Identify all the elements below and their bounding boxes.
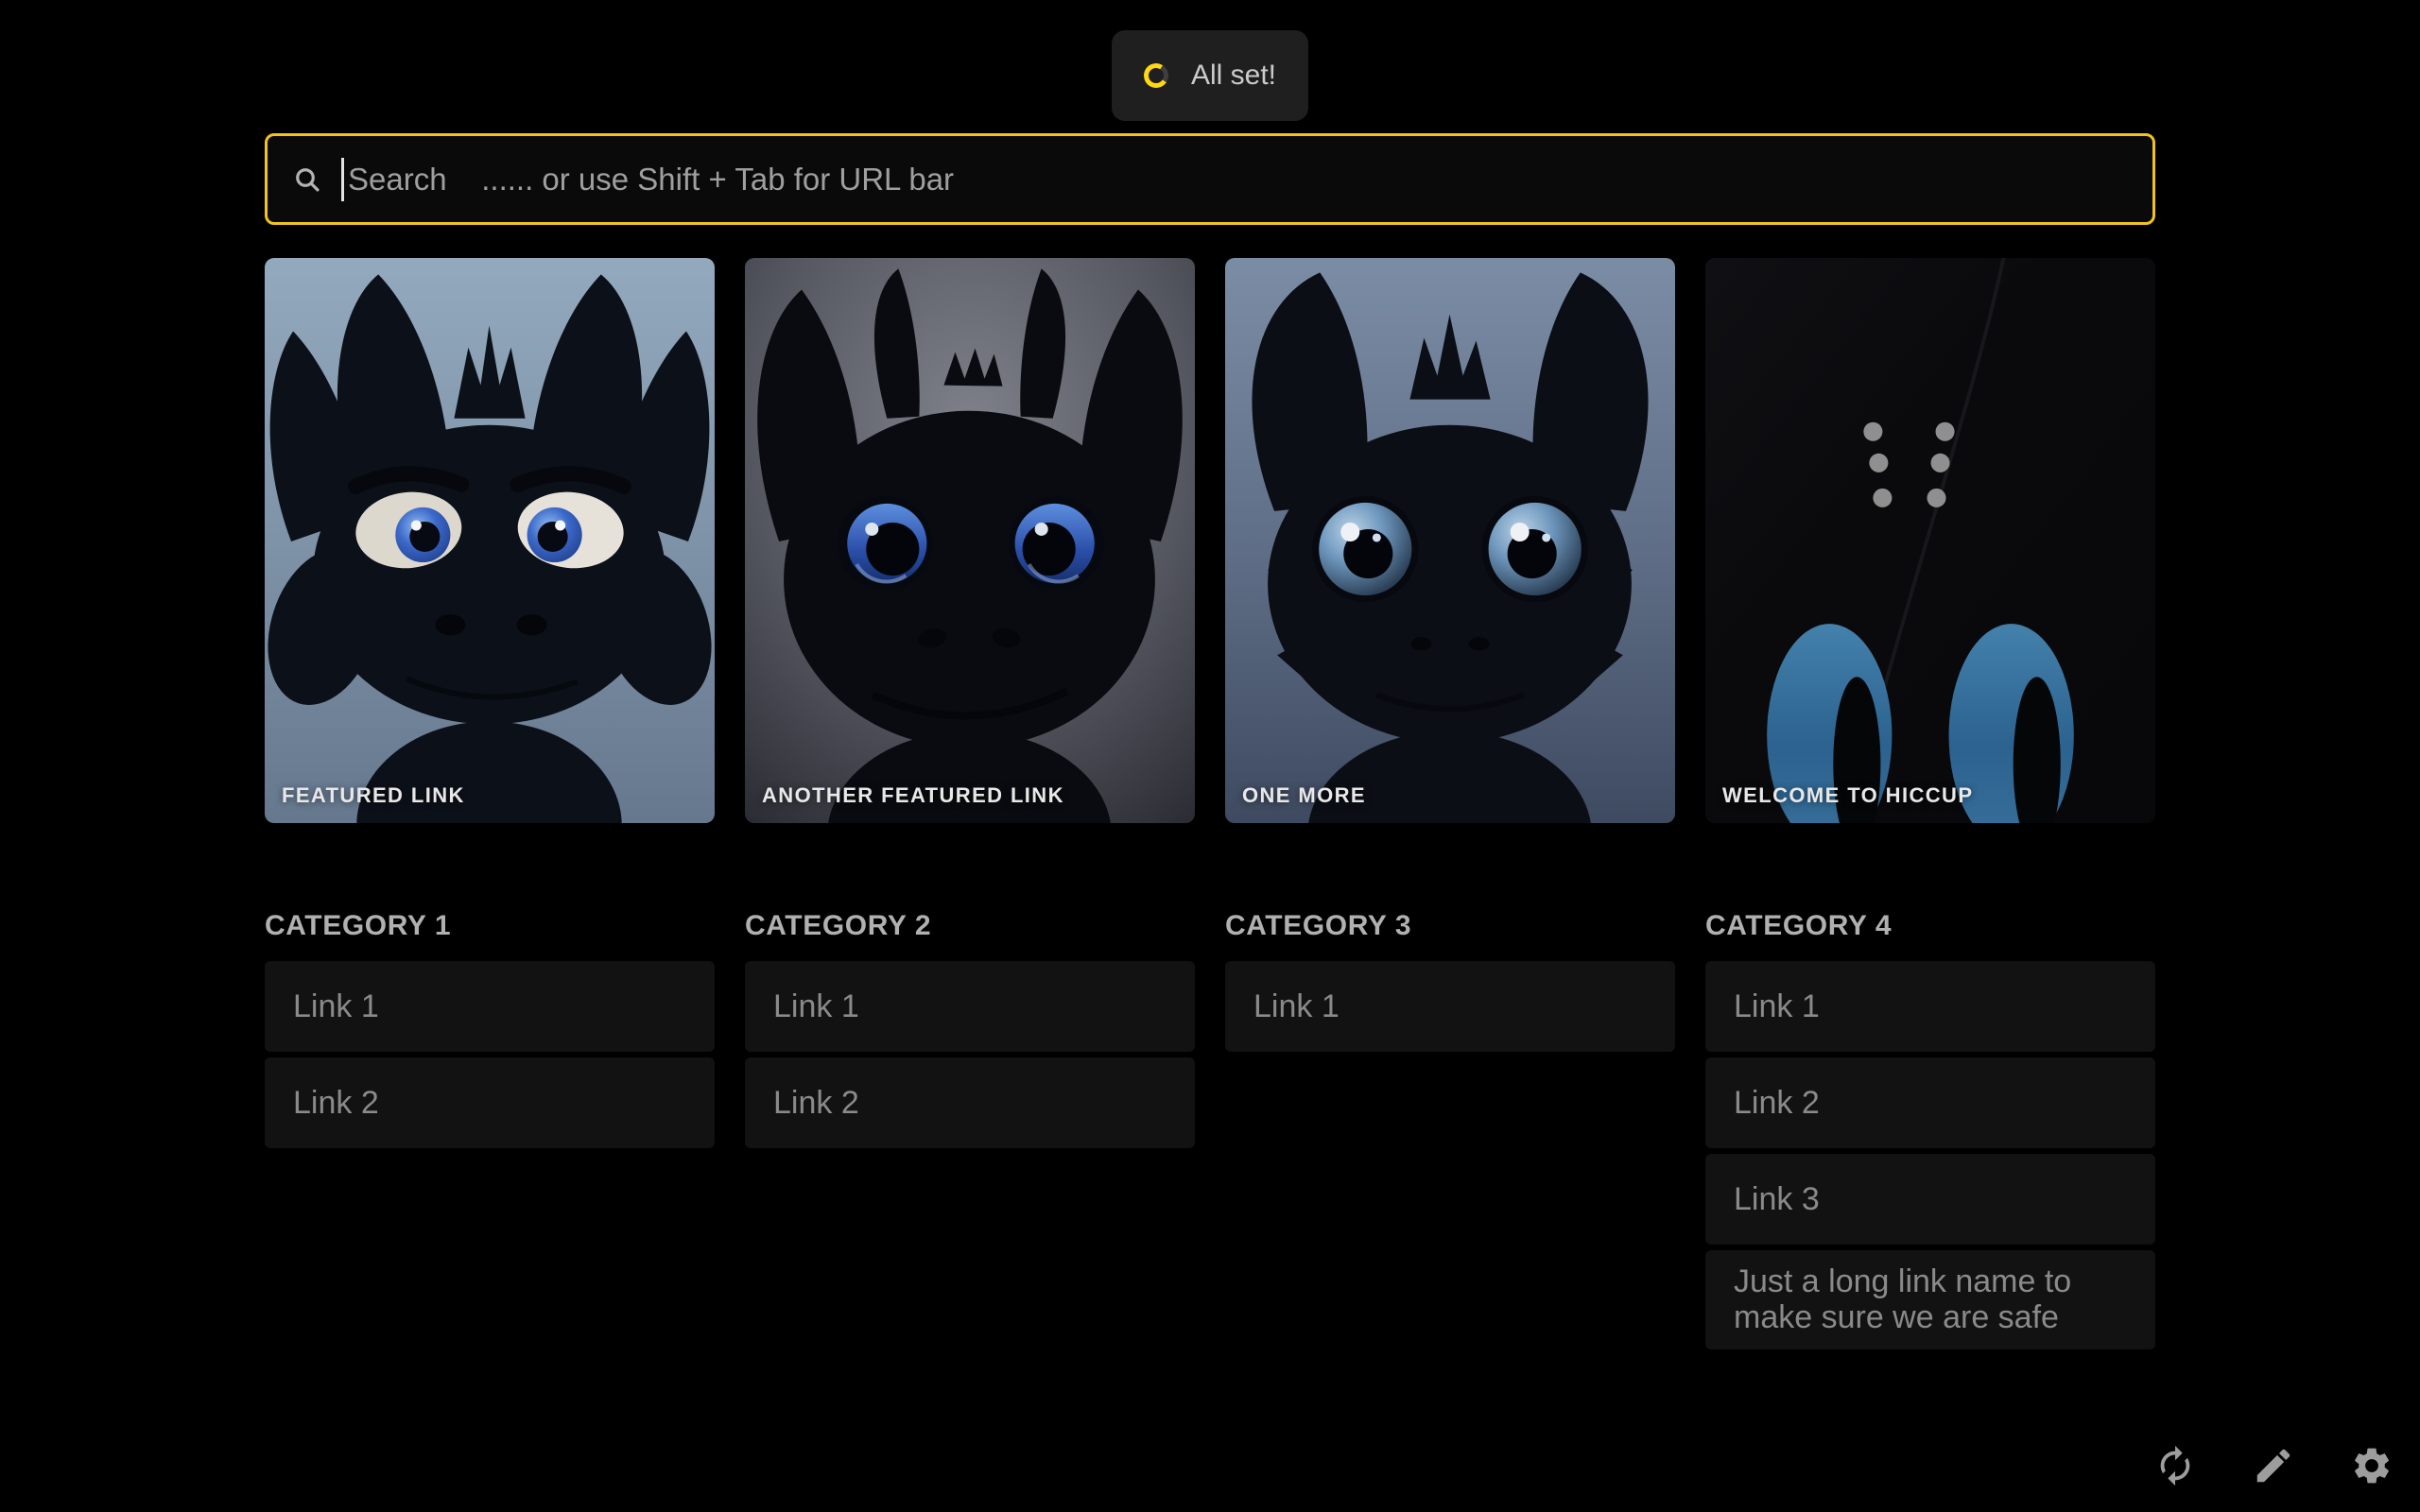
- featured-card-label: FEATURED LINK: [282, 783, 465, 808]
- toast-message: All set!: [1191, 60, 1276, 92]
- featured-card-4[interactable]: WELCOME TO HICCUP: [1705, 258, 2155, 823]
- progress-spinner-icon: [1142, 61, 1171, 91]
- category-4: CATEGORY 4 Link 1 Link 2 Link 3 Just a l…: [1705, 910, 2155, 1355]
- featured-card-label: ANOTHER FEATURED LINK: [762, 783, 1064, 808]
- link-label: Link 1: [293, 988, 379, 1024]
- dragon-image-2: [745, 258, 1195, 823]
- category-link[interactable]: Link 1: [1705, 961, 2155, 1052]
- footer-actions: [2153, 1444, 2394, 1487]
- featured-card-2[interactable]: ANOTHER FEATURED LINK: [745, 258, 1195, 823]
- settings-icon[interactable]: [2350, 1444, 2394, 1487]
- categories-grid: CATEGORY 1 Link 1 Link 2 CATEGORY 2 Link…: [265, 910, 2155, 1355]
- category-link[interactable]: Link 2: [745, 1057, 1195, 1148]
- refresh-icon[interactable]: [2153, 1444, 2197, 1487]
- category-title: CATEGORY 3: [1225, 910, 1675, 942]
- category-link[interactable]: Link 2: [265, 1057, 715, 1148]
- link-label: Just a long link name to make sure we ar…: [1734, 1263, 2118, 1336]
- category-1: CATEGORY 1 Link 1 Link 2: [265, 910, 715, 1154]
- main-content: FEATURED LINK: [265, 133, 2155, 1355]
- featured-card-1[interactable]: FEATURED LINK: [265, 258, 715, 823]
- category-link[interactable]: Link 1: [265, 961, 715, 1052]
- category-link[interactable]: Link 2: [1705, 1057, 2155, 1148]
- link-label: Link 3: [1734, 1181, 1820, 1217]
- link-label: Link 1: [1734, 988, 1820, 1024]
- category-title: CATEGORY 1: [265, 910, 715, 942]
- link-label: Link 1: [1253, 988, 1340, 1024]
- start-page: All set!: [0, 0, 2420, 1512]
- link-label: Link 2: [1734, 1085, 1820, 1121]
- search-input[interactable]: [344, 162, 2128, 198]
- search-icon: [292, 164, 322, 195]
- featured-cards-row: FEATURED LINK: [265, 258, 2155, 823]
- category-link[interactable]: Link 1: [1225, 961, 1675, 1052]
- toothless-eyes-image: [1705, 258, 2155, 823]
- featured-card-label: WELCOME TO HICCUP: [1722, 783, 1973, 808]
- category-link[interactable]: Link 3: [1705, 1154, 2155, 1245]
- category-3: CATEGORY 3 Link 1: [1225, 910, 1675, 1057]
- featured-card-3[interactable]: ONE MORE: [1225, 258, 1675, 823]
- toast-all-set: All set!: [1112, 30, 1308, 121]
- category-2: CATEGORY 2 Link 1 Link 2: [745, 910, 1195, 1154]
- link-label: Link 1: [773, 988, 859, 1024]
- category-title: CATEGORY 4: [1705, 910, 2155, 942]
- link-label: Link 2: [773, 1085, 859, 1121]
- edit-icon[interactable]: [2252, 1444, 2295, 1487]
- category-title: CATEGORY 2: [745, 910, 1195, 942]
- category-link[interactable]: Link 1: [745, 961, 1195, 1052]
- dragon-image-1: [265, 258, 715, 823]
- search-bar[interactable]: [265, 133, 2155, 225]
- category-link[interactable]: Just a long link name to make sure we ar…: [1705, 1250, 2155, 1349]
- dragon-image-3: [1225, 258, 1675, 823]
- link-label: Link 2: [293, 1085, 379, 1121]
- featured-card-label: ONE MORE: [1242, 783, 1366, 808]
